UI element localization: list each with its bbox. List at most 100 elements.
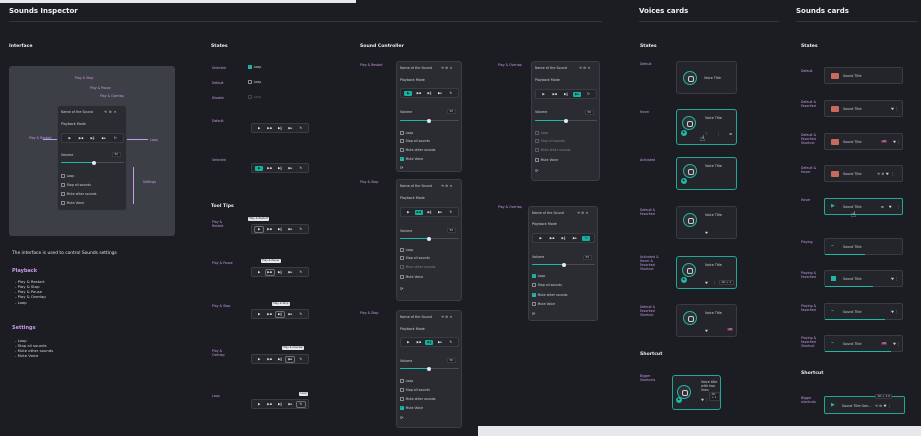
sc-label-0: Play & Restart bbox=[360, 63, 383, 67]
sound-card-playing-fav[interactable]: Sound Title ♥ ⋮ bbox=[824, 270, 903, 288]
tooltip-3: Play & Overlap bbox=[282, 346, 305, 351]
voice-card-favorited[interactable]: Voice Title ♥ bbox=[676, 206, 737, 239]
tt-ctrl-2: ▶ ▶▪ ▶‖ ▶▸ ↻ bbox=[251, 309, 309, 319]
sound-card-playing-fav-2[interactable]: ⌁ Sound Title ♥ ⋮ bbox=[824, 303, 903, 321]
hand-cursor: ☝ bbox=[700, 134, 705, 143]
tooltip-1: Play & Pause bbox=[261, 259, 281, 264]
voice-card-hover[interactable]: ▶ Voice Title ♡ ⋮ ⊞ bbox=[676, 109, 737, 145]
bottom-bar bbox=[478, 426, 921, 436]
tooltip-2: Play & Stop bbox=[272, 302, 290, 307]
loop-icon[interactable]: ↻ bbox=[297, 126, 305, 131]
tt-label-3: Play & Overlap bbox=[212, 349, 225, 357]
loop-icon[interactable]: ↻ bbox=[297, 166, 305, 171]
pause-icon[interactable]: ▶‖ bbox=[276, 166, 284, 171]
sc-label-1: Play & Overlap bbox=[498, 63, 522, 67]
volume-label: Volume bbox=[61, 153, 74, 157]
play-icon[interactable]: ▶ bbox=[831, 203, 835, 209]
sounds-inspector-title: Sounds Inspector bbox=[9, 7, 78, 15]
sound-card-fav-shortcut[interactable]: Sound Title Alt ♥ ⋮ bbox=[824, 133, 903, 150]
pause-icon[interactable]: ▶‖ bbox=[276, 126, 284, 131]
refresh-icon[interactable]: ⟳ bbox=[400, 286, 403, 291]
voice-state-0: Default bbox=[640, 62, 652, 66]
stop-icon[interactable]: ▶▪ bbox=[266, 166, 274, 171]
voice-shortcut-label: Bigger Shortcuts bbox=[640, 374, 656, 382]
sound-card-playing-fav-shortcut[interactable]: ⌁ Sound Title Alt ♥ ⋮ bbox=[824, 335, 903, 353]
sound-card-favorited[interactable]: Sound Title ♥ ⋮ bbox=[824, 100, 903, 117]
voice-card-default[interactable]: Voice Title bbox=[676, 61, 737, 94]
callout-play-pause: Play & Pause bbox=[90, 86, 111, 90]
refresh-icon[interactable]: ⟳ bbox=[400, 415, 403, 420]
state-selected-label: Selected bbox=[212, 66, 226, 70]
restart-icon[interactable]: ▶ bbox=[66, 136, 74, 141]
sound-card-hover[interactable]: Sound Title ⟲⚙♥⋮ bbox=[824, 165, 903, 182]
stop-icon[interactable]: ▶▪ bbox=[77, 136, 85, 141]
tt-label-1: Play & Pause bbox=[212, 261, 233, 265]
sound-state-8: Playing & Favorited Shortcut bbox=[801, 336, 817, 348]
heart-icon[interactable]: ♥ bbox=[705, 231, 708, 235]
tt-label-4: Loop bbox=[212, 394, 220, 398]
states-heading: States bbox=[211, 44, 228, 49]
sound-card-default[interactable]: Sound Title bbox=[824, 67, 903, 84]
playback-controls: ▶ ▶▪ ▶‖ ▶▸ ↻ bbox=[61, 133, 124, 143]
state-disable-label: Disable bbox=[212, 96, 224, 100]
panel-header-icons[interactable]: ⟲⚙✕ bbox=[104, 110, 118, 114]
loop-icon[interactable]: ↻ bbox=[111, 136, 119, 141]
sound-shortcut-label: Bigger shortcuts bbox=[801, 396, 816, 404]
check-stop-all[interactable]: Stop all sounds bbox=[61, 183, 91, 187]
sound-card-hover-play[interactable]: ▶ Sound Title ⊞ ♥ ⋮ bbox=[824, 198, 903, 215]
restart-icon[interactable]: ▶ bbox=[255, 126, 263, 131]
playback-title: Playback bbox=[12, 268, 38, 274]
tool-tips-heading: Tool Tips bbox=[211, 204, 234, 209]
sound-controller-heading: Sound Controller bbox=[360, 44, 404, 49]
volume-value: 50 bbox=[112, 152, 121, 158]
design-canvas: Sounds Inspector Voices cards Sounds car… bbox=[0, 0, 921, 436]
voice-card-shortcut[interactable]: ▶ Voice title with two lines ♥ ⋮ Alt + 1 bbox=[672, 375, 721, 410]
sound-state-0: Default bbox=[801, 69, 813, 73]
check-mute-other[interactable]: Mute other sounds bbox=[61, 192, 96, 196]
refresh-icon[interactable]: ⟳ bbox=[535, 168, 538, 173]
voice-shortcut-heading: Shortcut bbox=[640, 352, 663, 357]
refresh-icon[interactable]: ⟳ bbox=[400, 165, 403, 170]
check-mute-voice[interactable]: Mute Voice bbox=[61, 201, 84, 205]
tt-ctrl-4: ▶ ▶▪ ▶‖ ▶▸ ↻ bbox=[251, 399, 309, 409]
play-icon[interactable]: ▶ bbox=[681, 130, 687, 136]
voice-card-activated-hover-fav[interactable]: ▶ Voice Title ♥ ⋮ Alt + 1 bbox=[676, 256, 737, 289]
check-selected[interactable]: ✓ Loop bbox=[248, 65, 261, 69]
sound-state-2: Default & Favorited Shortcut bbox=[801, 133, 817, 145]
tooltip-4: Loop bbox=[299, 392, 309, 397]
voice-card-activated[interactable]: ▶ Voice Title bbox=[676, 157, 737, 190]
controller-panel-0: Name of the Sound ⟲⚙✕ Playback Mode ▶ ▶▪ ▶… bbox=[396, 61, 462, 172]
sound-card-shortcut[interactable]: ▶ Sound Title Gen... Alt + 1.0 ⟲⚙♥⋮ bbox=[824, 394, 905, 414]
stop-icon[interactable]: ▶▪ bbox=[266, 126, 274, 131]
sound-icon bbox=[831, 73, 839, 79]
playback-list: - Play & Restart - Play & Stop - Play & Pa… bbox=[15, 279, 46, 305]
tt-ctrl-1: ▶ ▶▪ ▶‖ ▶▸ ↻ bbox=[251, 267, 309, 277]
controller-panel-4: Name of the Sound ⟲⚙✕ Playback Mode ▶ ▶▪ ▶… bbox=[396, 310, 462, 428]
overlap-icon[interactable]: ▶▸ bbox=[286, 126, 294, 131]
voice-card-fav-shortcut[interactable]: Voice Title ♥ Alt bbox=[676, 304, 737, 337]
sound-state-1: Default & Favorited bbox=[801, 100, 817, 108]
volume-slider[interactable] bbox=[61, 160, 124, 165]
hand-cursor-2: ☝ bbox=[851, 210, 856, 219]
top-bar bbox=[0, 0, 356, 3]
voice-card-actions[interactable]: ♡ ⋮ ⊞ bbox=[705, 132, 736, 136]
tooltip-0: Play & Restart bbox=[248, 217, 270, 222]
check-loop[interactable]: Loop bbox=[61, 174, 74, 178]
overlap-icon[interactable]: ▶▸ bbox=[100, 136, 108, 141]
voice-state-2: Activated bbox=[640, 158, 656, 162]
check-default[interactable]: Loop bbox=[248, 80, 261, 84]
sound-card-playing[interactable]: ⌁ Sound Title bbox=[824, 238, 903, 256]
sc-label-2: Play & Stop bbox=[360, 180, 379, 184]
sound-state-6: Playing & Favorited bbox=[801, 271, 817, 279]
refresh-icon[interactable]: ⟳ bbox=[532, 311, 535, 316]
ctrl-selected-label: Selected bbox=[212, 158, 226, 162]
restart-icon[interactable]: ▶ bbox=[255, 165, 264, 171]
interface-heading: Interface bbox=[9, 44, 33, 49]
ctrl-default: ▶ ▶▪ ▶‖ ▶▸ ↻ bbox=[251, 123, 309, 133]
state-default-label: Default bbox=[212, 81, 224, 85]
tt-label-2: Play & Stop bbox=[212, 304, 231, 308]
overlap-icon[interactable]: ▶▸ bbox=[286, 166, 294, 171]
sound-state-4: Hover bbox=[801, 198, 811, 202]
pause-icon[interactable]: ▶‖ bbox=[88, 136, 96, 141]
settings-title: Settings bbox=[12, 325, 36, 331]
